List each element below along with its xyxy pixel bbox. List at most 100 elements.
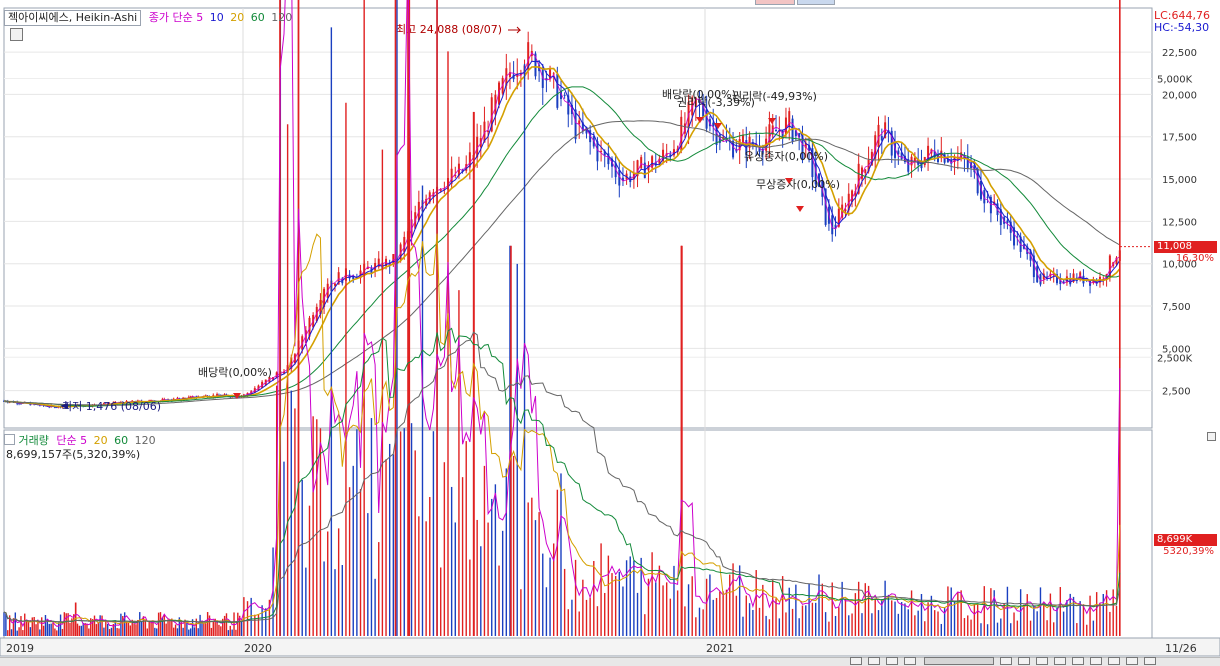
candle-body <box>784 117 787 135</box>
volume-bar <box>891 600 893 636</box>
volume-bar <box>785 612 787 636</box>
volume-bar <box>841 581 843 636</box>
volume-bar <box>980 623 982 636</box>
price-tick-label: 22,500 <box>1162 48 1197 59</box>
volume-bar <box>1039 587 1042 636</box>
volume-bar <box>348 487 351 636</box>
ma-period-10[interactable]: 10 <box>210 11 228 24</box>
volume-bar <box>283 461 285 636</box>
volume-bar <box>29 627 32 636</box>
current-price-tag: 11,008 <box>1154 241 1217 253</box>
volume-bar <box>963 618 966 636</box>
volume-bar <box>210 627 213 636</box>
view-button-6[interactable] <box>1090 657 1102 665</box>
volume-bar <box>156 628 158 636</box>
chart-settings-icon[interactable] <box>10 28 23 41</box>
volume-bar <box>884 580 886 636</box>
volume-bar <box>88 628 90 636</box>
volume-bar <box>781 576 784 636</box>
volume-bar <box>80 625 83 636</box>
volume-bar <box>831 582 833 636</box>
volume-bar <box>864 583 866 636</box>
volume-bar <box>31 617 33 636</box>
volume-bar <box>105 621 107 636</box>
volume-bar <box>585 599 588 636</box>
volume-bar <box>765 615 767 636</box>
x-label-last-date: 11/26 <box>1165 642 1197 655</box>
volume-bar <box>676 590 679 636</box>
view-button-8[interactable] <box>1126 657 1138 665</box>
volume-bar <box>86 624 88 636</box>
scroll-left-icon[interactable] <box>850 657 862 665</box>
volume-bar <box>7 630 9 636</box>
volume-bar <box>596 606 599 636</box>
zoom-out-icon[interactable] <box>868 657 880 665</box>
volume-bar <box>1036 611 1038 636</box>
volume-bar <box>447 51 449 637</box>
volume-bar <box>1052 622 1055 636</box>
volume-checkbox[interactable] <box>4 434 15 445</box>
volume-bar <box>108 629 111 636</box>
annotation-free-issue: 무상증자(0,00%) <box>756 178 840 191</box>
volume-bar <box>687 584 690 636</box>
volume-tick-label: 5,000K <box>1157 75 1193 86</box>
view-button-9[interactable] <box>1144 657 1156 665</box>
volume-bar <box>712 599 714 636</box>
volume-bar <box>84 622 86 636</box>
candle-body <box>549 69 552 80</box>
toolbar-tab-2[interactable] <box>797 0 835 5</box>
volume-bar <box>729 574 731 636</box>
volume-bar <box>144 619 147 636</box>
view-button-1[interactable] <box>1000 657 1012 665</box>
volume-bar <box>27 621 30 636</box>
volume-bar <box>403 428 405 636</box>
volume-bar <box>37 621 39 636</box>
ma-period-120[interactable]: 120 <box>271 11 292 24</box>
scroll-right-icon[interactable] <box>904 657 916 665</box>
scroll-thumb[interactable] <box>924 657 994 665</box>
volume-bar <box>593 560 595 636</box>
volume-bar <box>1059 587 1062 636</box>
volume-bar <box>61 628 64 636</box>
volume-bar <box>651 552 653 636</box>
view-button-4[interactable] <box>1054 657 1066 665</box>
x-label-2019: 2019 <box>6 642 34 655</box>
view-button-7[interactable] <box>1108 657 1120 665</box>
annotation-high: 최고 24,088 (08/07) <box>396 23 502 36</box>
volume-bar <box>851 613 853 636</box>
volume-bar <box>425 521 427 636</box>
volume-bar <box>440 567 442 636</box>
volume-bar <box>607 555 610 636</box>
chart-canvas[interactable]: 22,50020,00017,50015,00012,50010,0007,50… <box>0 0 1220 665</box>
zoom-in-icon[interactable] <box>886 657 898 665</box>
volume-bar <box>633 560 635 636</box>
volume-bar <box>443 462 446 636</box>
volume-bar <box>538 512 540 636</box>
view-button-2[interactable] <box>1018 657 1030 665</box>
ma-period-5[interactable]: 5 <box>196 11 207 24</box>
volume-bar <box>957 592 959 636</box>
volume-bar <box>133 623 135 636</box>
volume-bar <box>762 584 764 636</box>
volume-bar <box>505 468 508 636</box>
volume-bar <box>363 0 365 637</box>
toolbar-tab-1[interactable] <box>755 0 795 5</box>
volume-bar <box>52 622 54 636</box>
volume-bar <box>10 629 13 636</box>
ma-period-60[interactable]: 60 <box>251 11 269 24</box>
candle-body <box>392 254 395 265</box>
volume-bar <box>116 628 118 636</box>
volume-bar <box>808 583 810 636</box>
volume-spike-bar <box>681 245 683 636</box>
view-button-3[interactable] <box>1036 657 1048 665</box>
volume-bar <box>378 542 380 636</box>
volume-readout: 8,699,157주(5,320,39%) <box>6 448 141 461</box>
volume-bar <box>374 578 376 636</box>
ma-period-20[interactable]: 20 <box>230 11 248 24</box>
volume-bar <box>154 627 156 636</box>
volume-bar <box>871 613 873 636</box>
symbol-box[interactable]: 젝아이씨에스, Heikin-Ashi <box>4 10 142 26</box>
volume-bar <box>220 626 222 636</box>
view-button-5[interactable] <box>1072 657 1084 665</box>
panel-close-icon[interactable] <box>1207 432 1216 441</box>
